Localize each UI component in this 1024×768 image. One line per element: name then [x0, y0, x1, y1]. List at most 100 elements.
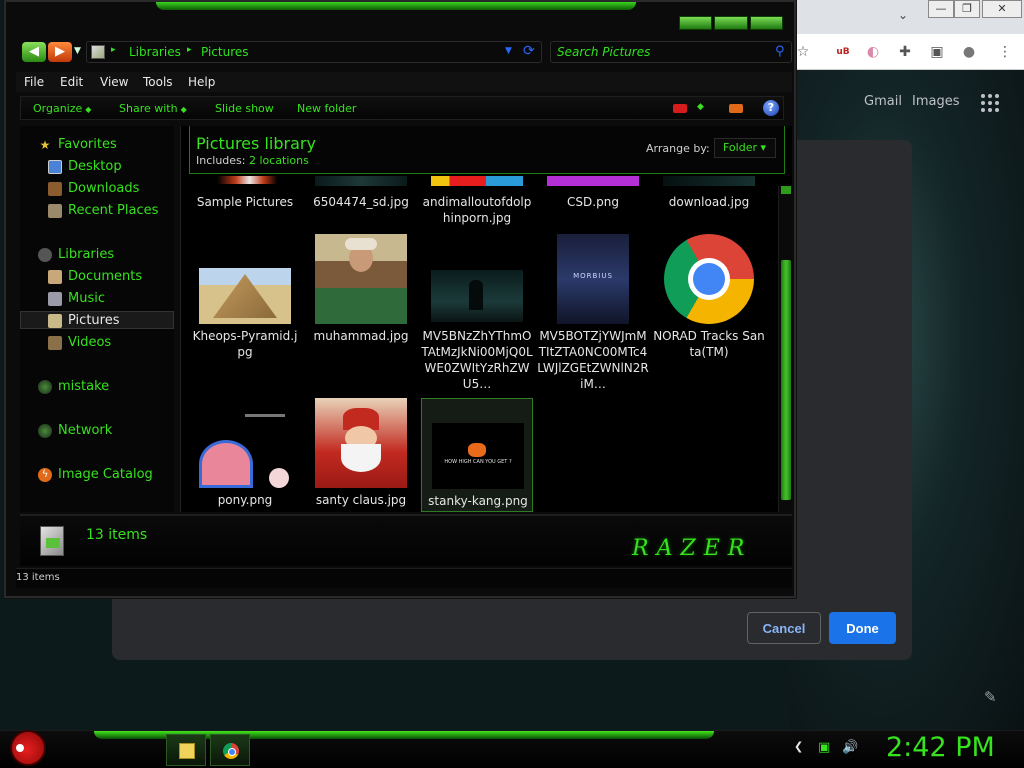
forward-button[interactable]: ▶: [48, 42, 72, 62]
sidebar-item-network[interactable]: Network: [20, 422, 174, 440]
sidepanel-icon[interactable]: ▣: [928, 43, 946, 61]
file-item[interactable]: MV5BNzZhYThmOTAtMzJkNi00MjQ0LWE0ZWItYzRh…: [421, 234, 533, 394]
explorer-window: ◀ ▶ ▼ ▸ Libraries ▸ Pictures ▼ ⟳ ⚲ File …: [4, 0, 796, 598]
change-view-icon[interactable]: [673, 104, 687, 113]
search-input[interactable]: [557, 44, 767, 60]
file-item[interactable]: andimalloutofdolphinporn.jpg: [421, 176, 533, 232]
address-dropdown-icon[interactable]: ▼: [505, 46, 512, 56]
file-name: download.jpg: [668, 195, 750, 209]
close-button[interactable]: [749, 16, 783, 30]
tray-arrow-icon[interactable]: ❮: [794, 740, 803, 753]
sidebar-item-image-catalog[interactable]: ϟ Image Catalog: [20, 466, 174, 484]
locations-link[interactable]: 2 locations: [249, 154, 309, 167]
puzzle-icon[interactable]: ✚: [896, 43, 914, 61]
arrange-by-dropdown[interactable]: Folder ▾: [714, 138, 776, 158]
scroll-up-button[interactable]: [781, 186, 791, 194]
organize-label: Organize: [33, 102, 83, 115]
taskbar-chrome-button[interactable]: [210, 734, 250, 766]
menu-help[interactable]: Help: [188, 75, 215, 89]
file-item[interactable]: download.jpg: [653, 176, 765, 232]
navigation-bar: ◀ ▶ ▼ ▸ Libraries ▸ Pictures ▼ ⟳ ⚲: [16, 38, 792, 66]
refresh-icon[interactable]: ⟳: [523, 43, 535, 59]
menu-tools[interactable]: Tools: [143, 75, 173, 89]
done-button[interactable]: Done: [829, 612, 896, 644]
volume-icon[interactable]: 🔊: [842, 740, 858, 755]
sidebar-item-label: Recent Places: [68, 203, 159, 218]
sidebar-item-label: Image Catalog: [58, 467, 153, 482]
breadcrumb-separator[interactable]: ▸: [111, 45, 116, 55]
sidebar-item-favorites[interactable]: ★ Favorites: [20, 136, 174, 154]
sidebar-item-desktop[interactable]: Desktop: [20, 158, 174, 176]
view-options-icon[interactable]: ◆: [697, 102, 704, 112]
new-folder-button[interactable]: New folder: [297, 102, 356, 115]
organize-button[interactable]: Organize ◆: [33, 102, 91, 115]
tab-search-icon[interactable]: ⌄: [898, 8, 908, 22]
ublock-icon[interactable]: uB: [834, 43, 852, 61]
images-link[interactable]: Images: [912, 94, 960, 109]
library-header: Pictures library Includes: 2 locations A…: [189, 126, 785, 174]
minimize-button[interactable]: —: [928, 0, 954, 18]
slide-show-button[interactable]: Slide show: [215, 102, 274, 115]
file-item[interactable]: Sample Pictures: [189, 176, 301, 232]
vertical-scrollbar[interactable]: [778, 186, 792, 512]
file-item[interactable]: muhammad.jpg: [305, 234, 417, 394]
sidebar-item-music[interactable]: Music: [20, 290, 174, 308]
sidebar-item-libraries[interactable]: Libraries: [20, 246, 174, 264]
address-bar[interactable]: ▸ Libraries ▸ Pictures ▼ ⟳: [86, 41, 542, 63]
chevron-down-icon: ▾: [760, 141, 767, 154]
breadcrumb-pictures[interactable]: Pictures: [201, 45, 249, 59]
library-icon: [91, 45, 105, 59]
breadcrumb-separator[interactable]: ▸: [187, 45, 192, 55]
sidebar-item-videos[interactable]: Videos: [20, 334, 174, 352]
clock[interactable]: 2:42 PM: [886, 732, 995, 763]
sidebar-item-downloads[interactable]: Downloads: [20, 180, 174, 198]
sidebar-item-mistake[interactable]: mistake: [20, 378, 174, 396]
recent-pages-icon[interactable]: ▼: [74, 46, 81, 56]
preview-pane-icon[interactable]: [729, 104, 743, 113]
gmail-link[interactable]: Gmail: [864, 94, 902, 109]
breadcrumb-libraries[interactable]: Libraries: [129, 45, 181, 59]
file-item[interactable]: NORAD Tracks Santa(TM): [653, 234, 765, 394]
scroll-thumb[interactable]: [781, 260, 791, 500]
menu-view[interactable]: View: [100, 75, 128, 89]
sidebar-item-documents[interactable]: Documents: [20, 268, 174, 286]
file-item[interactable]: Kheops-Pyramid.jpg: [189, 234, 301, 394]
menu-file[interactable]: File: [24, 75, 44, 89]
network-icon[interactable]: ▣: [818, 740, 830, 755]
sidebar-item-recent-places[interactable]: Recent Places: [20, 202, 174, 220]
file-item[interactable]: CSD.png: [537, 176, 649, 232]
star-icon[interactable]: ☆: [794, 43, 812, 61]
file-item[interactable]: MORBIUS MV5BOTZjYWJmMTItZTA0NC00MTc4LWJl…: [537, 234, 649, 394]
sidebar-item-pictures[interactable]: Pictures: [20, 311, 174, 329]
videos-icon: [48, 336, 62, 350]
file-item[interactable]: 6504474_sd.jpg: [305, 176, 417, 232]
start-icon: [16, 744, 24, 752]
desktop-icon: [48, 160, 62, 174]
profile-icon[interactable]: ●: [960, 43, 978, 61]
help-icon[interactable]: ?: [763, 100, 779, 116]
file-item[interactable]: santy claus.jpg: [305, 398, 417, 512]
maximize-button[interactable]: ❐: [954, 0, 980, 18]
close-button[interactable]: ✕: [982, 0, 1022, 18]
back-button[interactable]: ◀: [22, 42, 46, 62]
library-title: Pictures library: [196, 134, 316, 153]
libraries-icon: [38, 248, 52, 262]
maximize-button[interactable]: [714, 16, 748, 30]
menu-icon[interactable]: ⋮: [996, 43, 1014, 61]
menu-edit[interactable]: Edit: [60, 75, 83, 89]
file-thumbnail: [663, 176, 755, 186]
file-item-selected[interactable]: HOW HIGH CAN YOU GET ? stanky-kang.png: [421, 398, 533, 512]
minimize-button[interactable]: [679, 16, 713, 30]
window-top-glow: [156, 2, 636, 10]
apps-grid-icon[interactable]: [981, 94, 999, 112]
taskbar-explorer-button[interactable]: [166, 734, 206, 766]
file-item[interactable]: pony.png: [189, 398, 301, 512]
cancel-button[interactable]: Cancel: [747, 612, 821, 644]
search-icon[interactable]: ⚲: [775, 44, 785, 59]
share-with-button[interactable]: Share with ◆: [119, 102, 187, 115]
file-view: Sample Pictures 6504474_sd.jpg andimallo…: [180, 126, 792, 512]
search-box[interactable]: ⚲: [550, 41, 792, 63]
file-name: muhammad.jpg: [313, 329, 409, 343]
flag-icon[interactable]: ◐: [864, 43, 882, 61]
pencil-icon[interactable]: ✎: [984, 688, 997, 706]
